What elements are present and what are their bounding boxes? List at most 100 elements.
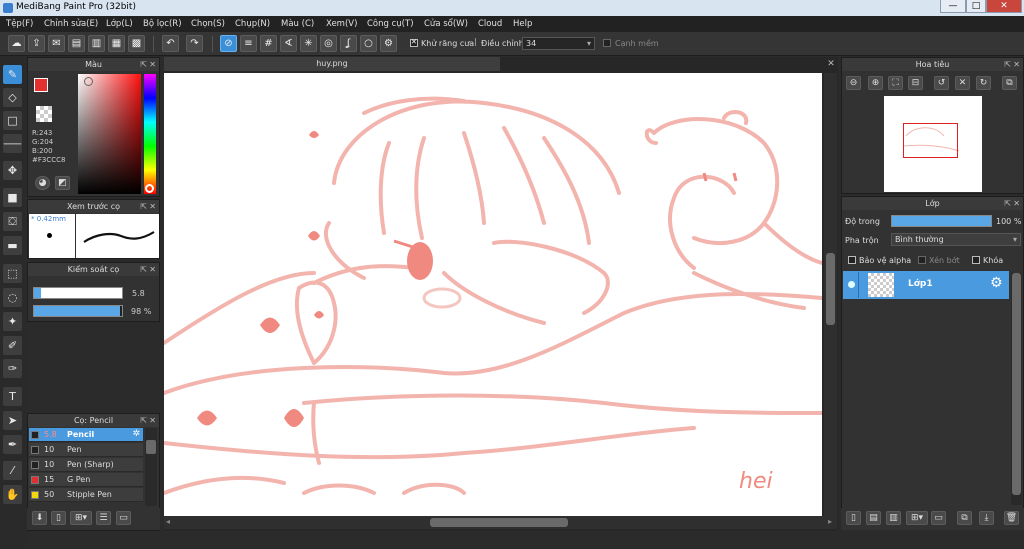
canvas-tab[interactable]: huy.png — [164, 57, 500, 71]
horizontal-scroll-thumb[interactable] — [430, 518, 568, 527]
undock-icon[interactable]: ⇱ — [140, 200, 147, 213]
circle-snap-icon[interactable]: ◎ — [320, 35, 337, 52]
close-icon[interactable]: ✕ — [149, 414, 156, 427]
antialias-checkbox[interactable] — [410, 38, 418, 47]
protect-alpha-checkbox[interactable] — [848, 256, 856, 264]
add-brush-icon[interactable]: ⊞▾ — [70, 511, 92, 525]
layer-row[interactable]: Lớp1 ⚙ — [843, 271, 1009, 299]
brush-list-item[interactable]: 50 Stipple Pen — [29, 488, 143, 502]
hand-tool-icon[interactable]: ✋ — [3, 485, 22, 504]
brush-list-item[interactable]: 10 Pen — [29, 443, 143, 457]
brush-settings-gear-icon[interactable]: ✲ — [132, 429, 140, 439]
menu-tools[interactable]: Công cụ(T) — [367, 19, 414, 29]
comment-icon[interactable]: ▤ — [68, 35, 85, 52]
minimize-button[interactable]: — — [940, 0, 966, 13]
canvas-close-icon[interactable]: ✕ — [824, 57, 838, 71]
menu-layer[interactable]: Lớp(L) — [106, 19, 133, 29]
add-layer-dropdown-icon[interactable]: ⊞▾ — [906, 511, 928, 525]
undock-icon[interactable]: ⇱ — [140, 414, 147, 427]
new-layer-icon[interactable]: ▯ — [846, 511, 861, 525]
color-settings-icon[interactable]: ◩ — [55, 176, 70, 190]
close-icon[interactable]: ✕ — [149, 200, 156, 213]
delete-layer-icon[interactable]: 🗑 — [1004, 511, 1019, 525]
close-icon[interactable]: ✕ — [149, 263, 156, 276]
reset-rotation-icon[interactable]: ⧉ — [1002, 76, 1017, 90]
new-8bit-layer-icon[interactable]: ▥ — [886, 511, 901, 525]
lock-checkbox[interactable] — [972, 256, 980, 264]
menu-filter[interactable]: Bộ lọc(R) — [143, 19, 182, 29]
zoom-in-icon[interactable]: ⊕ — [868, 76, 883, 90]
canvas-vertical-scrollbar[interactable] — [824, 73, 837, 516]
hue-slider[interactable] — [144, 74, 156, 194]
undo-icon[interactable]: ↶ — [162, 35, 179, 52]
folder-icon[interactable]: ▭ — [116, 511, 131, 525]
canvas-horizontal-scrollbar[interactable]: ◂ ▸ — [164, 516, 837, 529]
adjust-select[interactable]: 34 ▾ — [522, 37, 595, 50]
menu-window[interactable]: Cửa sổ(W) — [424, 19, 468, 29]
new-halftone-layer-icon[interactable]: ▤ — [866, 511, 881, 525]
menu-edit[interactable]: Chỉnh sửa(E) — [44, 19, 98, 29]
cloud-icon[interactable]: ☁ — [8, 35, 25, 52]
new-brush-icon[interactable]: ▯ — [51, 511, 66, 525]
document-icon[interactable]: ▥ — [88, 35, 105, 52]
eraser-tool-icon[interactable]: ◇ — [3, 88, 22, 107]
brush-tool-icon[interactable]: ✎ — [3, 65, 22, 84]
menu-view[interactable]: Xem(V) — [326, 19, 357, 29]
layer-settings-gear-icon[interactable]: ⚙ — [990, 275, 1003, 291]
transparent-swatch[interactable] — [36, 106, 52, 122]
saturation-value-picker[interactable] — [78, 74, 141, 194]
cloud-download-icon[interactable]: ⬇ — [32, 511, 47, 525]
text-tool-icon[interactable]: T — [3, 387, 22, 406]
foreground-color-swatch[interactable] — [34, 78, 48, 92]
grid-icon[interactable]: ▩ — [128, 35, 145, 52]
gear-icon[interactable]: ⚙ — [380, 35, 397, 52]
brush-list-item[interactable]: 15 G Pen — [29, 473, 143, 487]
select-pen-tool-icon[interactable]: ✐ — [3, 336, 22, 355]
rectangle-tool-icon[interactable]: □ — [3, 111, 22, 130]
menu-snap[interactable]: Chụp(N) — [235, 19, 270, 29]
menu-cloud[interactable]: Cloud — [478, 19, 502, 29]
menu-file[interactable]: Tệp(F) — [6, 19, 33, 29]
clipping-checkbox[interactable] — [918, 256, 926, 264]
fill-rect-tool-icon[interactable]: ■ — [3, 188, 22, 207]
snap-off-icon[interactable]: ⊘ — [220, 35, 237, 52]
drawing-canvas[interactable]: hei — [164, 73, 822, 516]
brush-settings-icon[interactable]: ☰ — [96, 511, 111, 525]
ring-snap-icon[interactable]: ○ — [360, 35, 377, 52]
chat-icon[interactable]: ✉ — [48, 35, 65, 52]
undock-icon[interactable]: ⇱ — [1004, 197, 1011, 210]
soft-edge-checkbox[interactable] — [603, 39, 611, 47]
move-tool-icon[interactable]: ✥ — [3, 161, 22, 180]
close-icon[interactable]: ✕ — [1013, 58, 1020, 71]
bucket-tool-icon[interactable]: ⛋ — [3, 212, 22, 231]
palette-icon[interactable]: ◕ — [35, 176, 50, 190]
brush-list-scroll-thumb[interactable] — [146, 440, 156, 454]
share-icon[interactable]: ⇪ — [28, 35, 45, 52]
close-icon[interactable]: ✕ — [1013, 197, 1020, 210]
layer-opacity-slider[interactable] — [891, 215, 992, 227]
undock-icon[interactable]: ⇱ — [1004, 58, 1011, 71]
magic-wand-tool-icon[interactable]: ✦ — [3, 312, 22, 331]
menu-help[interactable]: Help — [513, 19, 532, 29]
scroll-left-icon[interactable]: ◂ — [166, 517, 170, 526]
eyedropper-tool-icon[interactable]: ⁄ — [3, 461, 22, 480]
zoom-out-icon[interactable]: ⊖ — [846, 76, 861, 90]
folder-icon[interactable]: ▭ — [931, 511, 946, 525]
merge-layer-icon[interactable]: ⤓ — [979, 511, 994, 525]
parallel-snap-icon[interactable]: ≡ — [240, 35, 257, 52]
undock-icon[interactable]: ⇱ — [140, 58, 147, 71]
brush-list-item[interactable]: 5.8 Pencil ✲ — [29, 428, 143, 442]
brush-opacity-slider[interactable] — [33, 305, 123, 317]
dot-tool-icon[interactable]: ⸺ — [3, 134, 22, 153]
select-rect-tool-icon[interactable]: ⬚ — [3, 264, 22, 283]
close-button[interactable]: ✕ — [986, 0, 1022, 13]
radial-snap-icon[interactable]: ✳ — [300, 35, 317, 52]
curve-snap-icon[interactable]: ʆ — [340, 35, 357, 52]
vertical-scroll-thumb[interactable] — [826, 253, 835, 325]
menu-select[interactable]: Chọn(S) — [191, 19, 225, 29]
actual-size-icon[interactable]: ⊟ — [908, 76, 923, 90]
scroll-right-icon[interactable]: ▸ — [828, 517, 832, 526]
divide-tool-icon[interactable]: ✒ — [3, 435, 22, 454]
brush-list-item[interactable]: 10 Pen (Sharp) — [29, 458, 143, 472]
lasso-tool-icon[interactable]: ◌ — [3, 288, 22, 307]
